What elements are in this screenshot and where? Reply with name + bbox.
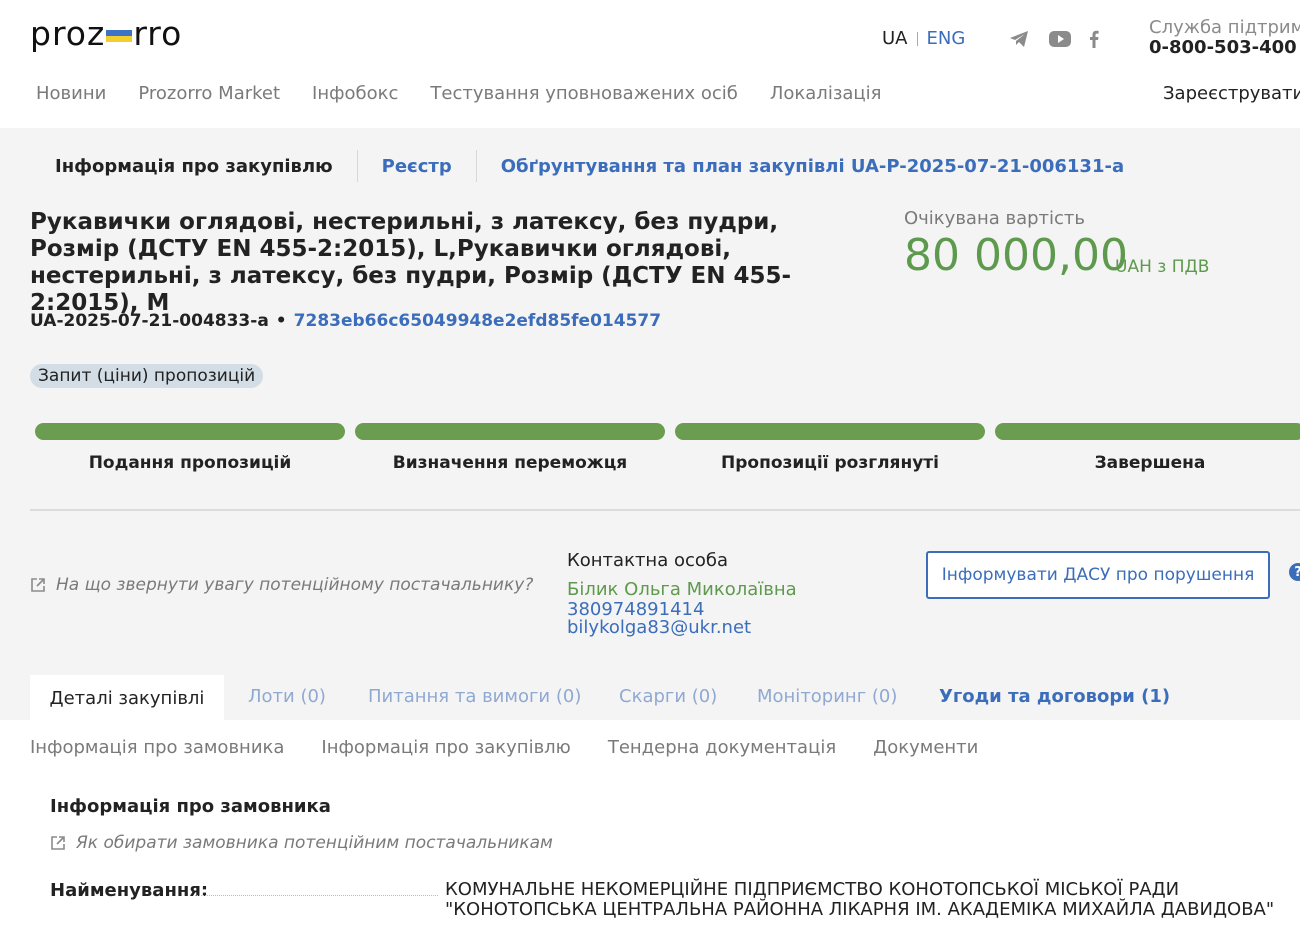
subnav-divider (356, 150, 358, 182)
tab-monitoring[interactable]: Моніторинг (0) (757, 686, 897, 707)
customer-section-title: Інформація про замовника (50, 796, 331, 817)
nav-item-news[interactable]: Новини (36, 83, 106, 104)
section-link-procurement[interactable]: Інформація про закупівлю (321, 737, 570, 758)
tender-title: Рукавички оглядові, нестерильні, з латек… (30, 209, 792, 316)
contact-email-link[interactable]: bilykolga83@ukr.net (567, 617, 751, 638)
language-switcher: UA ENG (882, 28, 965, 49)
label-dotted-leader (193, 895, 438, 896)
expected-value-unit: UAH з ПДВ (1115, 257, 1210, 277)
youtube-icon[interactable] (1048, 28, 1072, 50)
lang-ua[interactable]: UA (882, 28, 908, 49)
stage-label: Подання пропозицій (88, 453, 292, 473)
tab-complaints[interactable]: Скарги (0) (619, 686, 717, 707)
section-divider (30, 509, 1300, 511)
tab-details[interactable]: Деталі закупівлі (30, 675, 224, 721)
subnav-tender-info[interactable]: Інформація про закупівлю (55, 156, 333, 177)
tender-subnav: Інформація про закупівлю Реєстр Обґрунту… (55, 150, 1124, 182)
section-navigation: Інформація про замовника Інформація про … (30, 737, 1015, 758)
help-icon[interactable]: ? (1289, 563, 1300, 581)
subnav-divider (475, 150, 477, 182)
supplier-hint-text: На що звернути увагу потенційному постач… (56, 575, 534, 595)
stage-progress-bar (355, 423, 665, 440)
tender-identifiers: UA-2025-07-21-004833-a • 7283eb66c650499… (30, 311, 661, 331)
logo-text-right: rro (133, 14, 183, 53)
logo-text-left: proz (30, 14, 106, 53)
tender-hash-link[interactable]: 7283eb66c65049948e2efd85fe014577 (294, 311, 661, 331)
section-link-documents[interactable]: Документи (873, 737, 978, 758)
lang-eng[interactable]: ENG (927, 28, 966, 49)
support-phone[interactable]: 0-800-503-400 (1149, 37, 1297, 58)
register-link[interactable]: Зареєструватися (1163, 83, 1300, 104)
tab-questions[interactable]: Питання та вимоги (0) (368, 686, 581, 707)
section-link-tender-docs[interactable]: Тендерна документація (608, 737, 836, 758)
report-violation-button[interactable]: Інформувати ДАСУ про порушення (926, 551, 1270, 599)
stage-label: Пропозиції розглянуті (721, 453, 939, 473)
facebook-icon[interactable] (1082, 28, 1106, 50)
nav-item-infobox[interactable]: Інфобокс (312, 83, 398, 104)
site-header: proz rro UA ENG Служба підтримки 0-800-5… (0, 0, 1300, 128)
tab-lots[interactable]: Лоти (0) (248, 686, 326, 707)
stage-progress-bar (995, 423, 1300, 440)
expected-value-amount: 80 000,00 (904, 230, 1128, 281)
telegram-icon[interactable] (1007, 28, 1031, 50)
lang-divider (916, 31, 918, 46)
top-navigation: Новини Prozorro Market Інфобокс Тестуван… (36, 83, 914, 104)
tender-id: UA-2025-07-21-004833-a (30, 311, 269, 331)
stage-label: Визначення переможця (392, 453, 628, 473)
id-separator: • (275, 311, 287, 331)
expected-value-label: Очікувана вартість (904, 208, 1086, 229)
nav-item-testing[interactable]: Тестування уповноважених осіб (430, 83, 737, 104)
customer-hint-text: Як обирати замовника потенційним постача… (76, 833, 553, 853)
stage-label: Завершена (1094, 453, 1206, 473)
support-label: Служба підтримки (1149, 17, 1300, 38)
stage-progress-bar (35, 423, 345, 440)
nav-item-localization[interactable]: Локалізація (770, 83, 882, 104)
nav-item-market[interactable]: Prozorro Market (138, 83, 280, 104)
tab-contracts[interactable]: Угоди та договори (1) (939, 686, 1170, 707)
subnav-registry[interactable]: Реєстр (382, 156, 452, 177)
section-link-customer[interactable]: Інформація про замовника (30, 737, 284, 758)
customer-hint-link[interactable]: Як обирати замовника потенційним постача… (50, 833, 553, 853)
external-link-icon (50, 835, 66, 851)
customer-name-value: КОМУНАЛЬНЕ НЕКОМЕРЦІЙНЕ ПІДПРИЄМСТВО КОН… (445, 879, 1275, 920)
prozorro-logo[interactable]: proz rro (30, 14, 182, 53)
ukraine-flag-icon (106, 29, 133, 42)
contact-person-name: Білик Ольга Миколаївна (567, 579, 797, 600)
stage-progress-bar (675, 423, 985, 440)
contact-person-label: Контактна особа (567, 550, 729, 571)
supplier-hint-link[interactable]: На що звернути увагу потенційному постач… (30, 575, 533, 595)
procurement-type-badge: Запит (ціни) пропозицій (30, 364, 264, 388)
subnav-plan-link[interactable]: Обґрунтування та план закупівлі UA-P-202… (501, 156, 1124, 177)
customer-name-label: Найменування: (50, 880, 209, 901)
external-link-icon (30, 577, 46, 593)
